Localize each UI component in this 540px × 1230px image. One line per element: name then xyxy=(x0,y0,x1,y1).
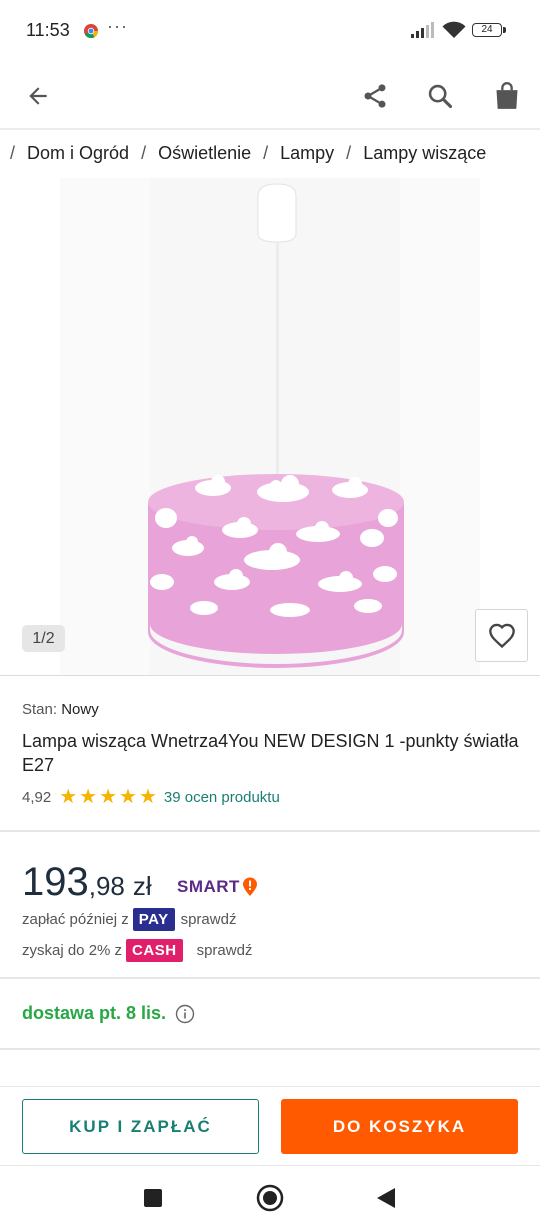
section-divider xyxy=(0,1086,540,1087)
breadcrumb-item-lampy-wiszace[interactable]: Lampy wiszące xyxy=(363,143,486,164)
share-button[interactable] xyxy=(353,74,397,118)
recents-button[interactable] xyxy=(133,1180,173,1216)
app-bar-divider xyxy=(0,128,540,130)
rating-count-link[interactable]: 39 ocen produktu xyxy=(164,789,280,806)
breadcrumb-separator: / xyxy=(263,143,269,163)
delivery-info[interactable]: dostawa pt. 8 lis. xyxy=(22,1003,195,1024)
battery-indicator: 24 xyxy=(472,23,502,37)
back-button[interactable] xyxy=(16,74,60,118)
breadcrumb-separator: / xyxy=(10,143,16,163)
smart-label: SMART xyxy=(177,877,240,896)
section-divider xyxy=(0,977,540,979)
search-button[interactable] xyxy=(418,74,462,118)
cashback-check-link[interactable]: sprawdź xyxy=(197,942,253,959)
back-nav-button[interactable] xyxy=(366,1180,406,1216)
breadcrumb-item-oswietlenie[interactable]: Oświetlenie xyxy=(158,143,251,164)
back-arrow-icon xyxy=(29,87,47,105)
price-main: 193 xyxy=(22,860,89,904)
cashback-text: zyskaj do 2% z xyxy=(22,942,123,959)
rating-stars: ★ ★ ★ ★ ★ xyxy=(59,787,159,807)
star-icon: ★ xyxy=(138,786,157,808)
price: 193 ,98 zł xyxy=(22,860,152,905)
heart-icon xyxy=(488,623,515,648)
cart-button[interactable] xyxy=(485,74,529,118)
wishlist-button[interactable] xyxy=(475,609,528,662)
section-divider xyxy=(0,675,540,676)
image-counter: 1/2 xyxy=(22,625,65,652)
breadcrumb-separator: / xyxy=(346,143,352,163)
home-button[interactable] xyxy=(250,1180,290,1216)
breadcrumb-separator: / xyxy=(141,143,147,163)
price-currency: zł xyxy=(132,871,152,901)
battery-tip xyxy=(503,27,506,33)
delivery-text: dostawa pt. 8 lis. xyxy=(22,1003,167,1023)
product-image-gallery[interactable] xyxy=(0,178,540,676)
star-icon: ★ xyxy=(79,786,98,808)
pay-later-check-link[interactable]: sprawdź xyxy=(181,911,237,928)
home-circle-icon xyxy=(256,1184,284,1212)
star-icon: ★ xyxy=(119,786,137,808)
share-icon xyxy=(364,84,386,108)
signal-icon xyxy=(411,22,434,38)
breadcrumb: / Dom i Ogród / Oświetlenie / Lampy / La… xyxy=(10,143,540,164)
smart-badge[interactable]: SMART xyxy=(177,877,258,897)
product-image xyxy=(0,178,540,676)
shopping-bag-icon xyxy=(496,82,518,109)
rating-value: 4,92 xyxy=(22,788,52,806)
recents-square-icon xyxy=(144,1189,162,1207)
pay-later-row: zapłać później z PAY sprawdź xyxy=(22,908,236,931)
pay-badge: PAY xyxy=(132,908,175,931)
pay-later-text: zapłać później z xyxy=(22,911,129,928)
rating-row[interactable]: 4,92 ★ ★ ★ ★ ★ 39 ocen produktu xyxy=(22,787,280,807)
wifi-icon xyxy=(442,21,466,38)
back-triangle-icon xyxy=(377,1188,395,1208)
breadcrumb-item-lampy[interactable]: Lampy xyxy=(280,143,334,164)
star-icon: ★ xyxy=(99,786,118,808)
section-divider xyxy=(0,1048,540,1050)
condition-label: Stan: xyxy=(22,701,58,718)
buy-now-button[interactable]: KUP I ZAPŁAĆ xyxy=(22,1099,259,1154)
status-time: 11:53 xyxy=(26,20,70,40)
section-divider xyxy=(0,830,540,832)
search-icon xyxy=(428,84,453,109)
chrome-icon xyxy=(84,24,98,38)
price-fraction: ,98 xyxy=(88,871,125,901)
cashback-row: zyskaj do 2% z CASH sprawdź xyxy=(22,939,252,962)
star-icon: ★ xyxy=(59,786,78,808)
product-title: Lampa wisząca Wnetrza4You NEW DESIGN 1 -… xyxy=(22,731,519,775)
status-more-icon: ··· xyxy=(107,16,128,36)
add-to-cart-button[interactable]: DO KOSZYKA xyxy=(281,1099,518,1154)
cash-badge: CASH xyxy=(126,939,183,962)
smart-pin-icon xyxy=(242,877,257,896)
breadcrumb-item-dom-i-ogrod[interactable]: Dom i Ogród xyxy=(27,143,129,164)
product-condition: Stan: Nowy xyxy=(22,701,99,718)
condition-value: Nowy xyxy=(61,701,99,718)
info-icon[interactable] xyxy=(175,1004,195,1024)
